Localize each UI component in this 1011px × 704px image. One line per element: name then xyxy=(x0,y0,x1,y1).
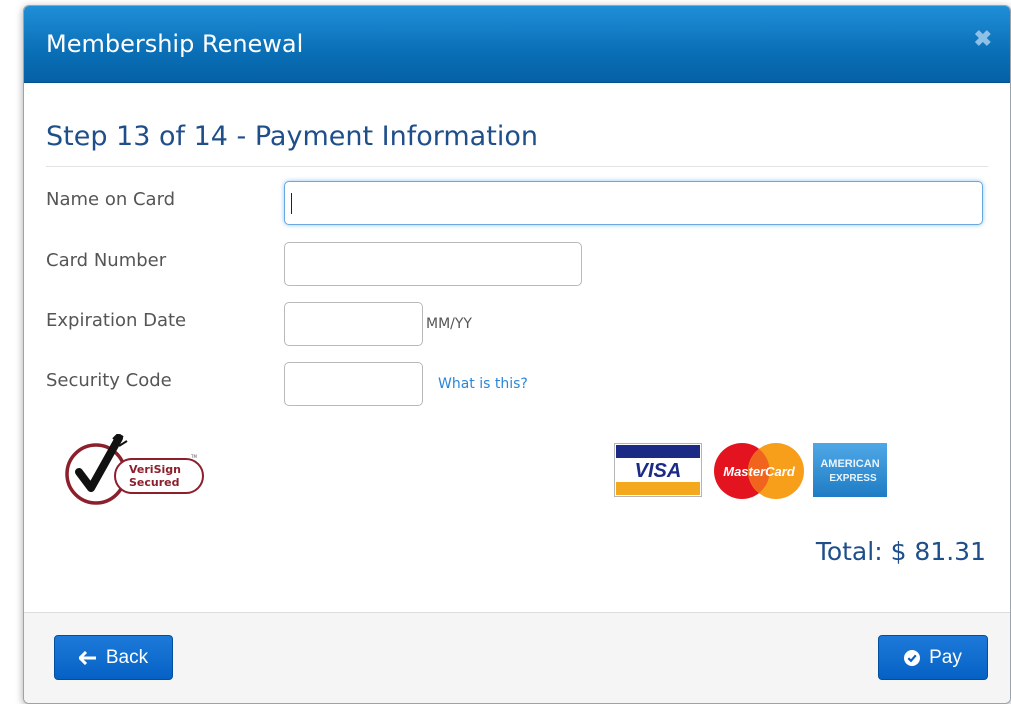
visa-logo: VISA xyxy=(614,443,702,502)
what-is-this-link[interactable]: What is this? xyxy=(438,376,528,392)
card-number-input[interactable] xyxy=(284,242,582,286)
svg-text:MasterCard: MasterCard xyxy=(723,464,796,479)
pay-button-label: Pay xyxy=(929,646,962,668)
expiration-date-input[interactable] xyxy=(284,302,423,346)
back-button[interactable]: Back xyxy=(54,635,173,680)
svg-text:Secured: Secured xyxy=(129,476,180,489)
svg-text:VISA: VISA xyxy=(635,460,682,482)
dialog-footer: Back Pay xyxy=(24,612,1010,703)
svg-text:VeriSign: VeriSign xyxy=(129,463,181,476)
svg-text:AMERICAN: AMERICAN xyxy=(820,458,879,470)
text-caret xyxy=(291,193,292,214)
verisign-checkmark-icon: VeriSign Secured TM xyxy=(65,433,204,505)
name-on-card-label: Name on Card xyxy=(46,189,176,210)
expiration-format-hint: MM/YY xyxy=(426,316,472,332)
mastercard-logo: MasterCard xyxy=(712,441,806,506)
check-circle-icon xyxy=(904,649,921,666)
divider xyxy=(46,166,988,167)
security-code-label: Security Code xyxy=(46,370,172,391)
card-number-label: Card Number xyxy=(46,250,167,271)
verisign-secured-seal: VeriSign Secured TM xyxy=(61,433,211,506)
order-total: Total: $ 81.31 xyxy=(815,537,986,566)
security-code-input[interactable] xyxy=(284,362,423,406)
step-title: Step 13 of 14 - Payment Information xyxy=(46,121,538,152)
pay-button[interactable]: Pay xyxy=(878,635,988,680)
svg-text:TM: TM xyxy=(190,454,197,459)
close-icon[interactable]: ✖ xyxy=(974,28,992,50)
dialog-header: Membership Renewal ✖ xyxy=(24,6,1010,83)
membership-renewal-dialog: Membership Renewal ✖ Step 13 of 14 - Pay… xyxy=(23,5,1011,704)
back-button-label: Back xyxy=(105,646,149,668)
amex-logo: AMERICAN EXPRESS xyxy=(813,443,887,502)
arrow-left-icon xyxy=(78,650,97,665)
svg-text:EXPRESS: EXPRESS xyxy=(829,473,877,484)
name-on-card-input[interactable] xyxy=(284,181,983,225)
dialog-title: Membership Renewal xyxy=(46,30,304,58)
expiration-date-label: Expiration Date xyxy=(46,310,187,331)
